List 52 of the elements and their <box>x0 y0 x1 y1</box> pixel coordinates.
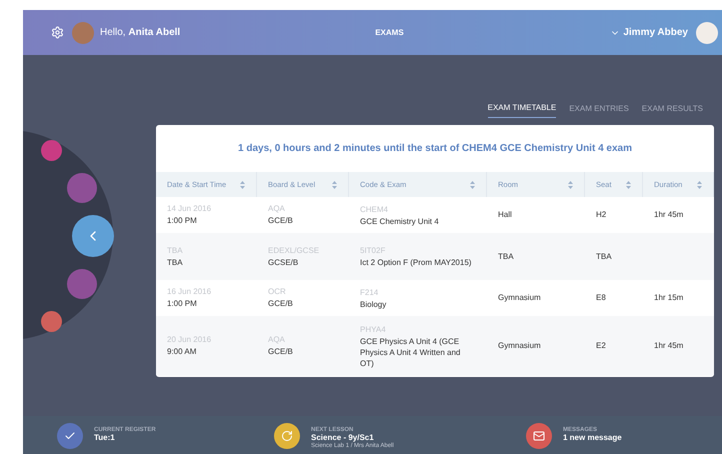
exam-seat: E2 <box>596 341 606 350</box>
start-time: TBA <box>167 256 184 268</box>
page-title: EXAMS <box>375 26 404 38</box>
exam-board: AQA <box>268 203 286 215</box>
exam-date: 16 Jun 2016 <box>167 286 212 298</box>
exam-date: 14 Jun 2016 <box>167 203 212 215</box>
envelope-icon <box>533 430 545 442</box>
account-avatar <box>696 22 718 44</box>
exam-seat: H2 <box>596 210 606 219</box>
tab[interactable]: EXAM RESULTS <box>642 99 703 118</box>
exam-code: F214 <box>360 286 380 298</box>
footer-value: 1 new message <box>563 434 622 442</box>
exam-name: GCE Physics A Unit 4 (GCE Physics A Unit 4 Written and OT) <box>360 336 462 368</box>
user-avatar <box>72 22 94 44</box>
footer-value: Science - 9y/Sc1 <box>311 434 375 442</box>
footer-icon[interactable] <box>274 423 300 449</box>
exam-duration: 1hr 15m <box>654 293 684 302</box>
sort-icon <box>626 180 631 188</box>
countdown-text: 1 days, 0 hours and 2 minutes until the start of CHEM4 GCE Chemistry Unit 4 exam <box>237 142 633 156</box>
tab[interactable]: EXAM TIMETABLE <box>488 99 556 118</box>
start-time: 1:00 PM <box>167 298 198 310</box>
exam-name: Ict 2 Option F (Prom MAY2015) <box>360 257 472 268</box>
sort-icon <box>240 180 245 188</box>
sort-icon <box>470 180 475 188</box>
exam-seat: TBA <box>596 252 612 260</box>
settings-icon[interactable] <box>51 26 64 39</box>
footer-value: Tue:1 <box>94 434 116 442</box>
exam-name: Biology <box>360 298 388 310</box>
exam-room: Hall <box>498 210 512 219</box>
sort-icon <box>697 180 702 188</box>
greeting-text: Hello, Anita Abell <box>100 26 180 40</box>
footer-icon[interactable] <box>526 423 552 449</box>
check-icon <box>64 430 76 442</box>
exam-duration: 1hr 45m <box>654 341 684 350</box>
exam-code: CHEM4 <box>360 204 390 216</box>
exam-level: GCE/B <box>268 346 294 358</box>
exam-duration: 1hr 45m <box>654 210 684 219</box>
exam-seat: E8 <box>596 293 606 302</box>
tab[interactable]: EXAM ENTRIES <box>569 99 629 118</box>
exam-name: GCE Chemistry Unit 4 <box>360 216 440 226</box>
account-name[interactable]: Jimmy Abbey <box>623 25 688 40</box>
exam-level: GCE/B <box>268 298 294 310</box>
start-time: 1:00 PM <box>167 215 198 227</box>
exam-room: Gymnasium <box>498 341 541 350</box>
exam-level: GCSE/B <box>268 256 300 268</box>
start-time: 9:00 AM <box>167 346 198 358</box>
exam-board: OCR <box>268 286 287 298</box>
exam-room: TBA <box>498 252 514 260</box>
exam-room: Gymnasium <box>498 293 541 302</box>
sort-icon <box>568 180 573 188</box>
exam-level: GCE/B <box>268 215 294 227</box>
sort-icon <box>332 180 337 188</box>
